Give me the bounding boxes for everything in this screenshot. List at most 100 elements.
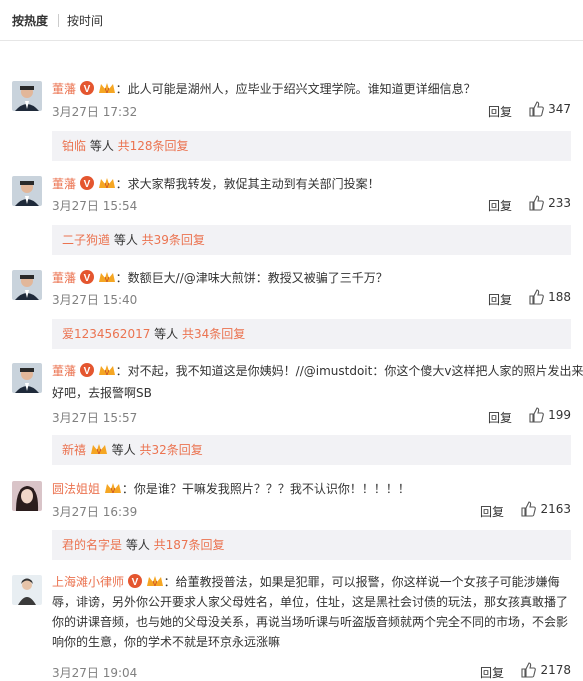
sub-reply-count[interactable]: 共32条回复 xyxy=(139,443,202,457)
sub-reply-others: 等人 xyxy=(150,327,182,341)
sub-reply-count[interactable]: 共187条回复 xyxy=(154,538,225,552)
comment-time: 3月27日 16:39 xyxy=(52,505,138,519)
thumbs-up-icon xyxy=(529,289,544,305)
sub-reply-others: 等人 xyxy=(122,538,154,552)
comment-text: 董藩 V V ：数额巨大//@津味大煎饼：教授又被骗了三千万？ xyxy=(52,270,388,286)
sub-reply-summary[interactable]: 铂临 等人 共128条回复 xyxy=(52,131,571,161)
divider xyxy=(58,13,60,27)
svg-text:V: V xyxy=(84,179,91,190)
sub-reply-user[interactable]: 铂临 xyxy=(62,139,86,153)
like-count: 199 xyxy=(548,408,571,422)
comment-time: 3月27日 17:32 xyxy=(52,105,138,119)
like-count: 2178 xyxy=(540,663,571,677)
svg-text:V: V xyxy=(104,277,109,284)
like-button[interactable]: 2163 xyxy=(520,501,571,517)
svg-text:V: V xyxy=(132,577,139,588)
comment-text-continued: 好吧，去报警啊SB xyxy=(52,386,152,400)
vip-crown-icon: V xyxy=(98,83,115,95)
verified-v-icon: V xyxy=(79,81,94,95)
svg-text:V: V xyxy=(104,88,109,95)
verified-v-icon: V xyxy=(79,176,94,190)
avatar[interactable] xyxy=(12,575,42,605)
comment-body: ：你是谁？干嘛发我照片？？？我不认识你！！！！！ xyxy=(121,482,410,496)
svg-text:V: V xyxy=(111,488,116,495)
avatar[interactable] xyxy=(12,481,42,511)
like-button[interactable]: 347 xyxy=(528,101,571,117)
sub-reply-summary[interactable]: 二子狗遒 等人 共39条回复 xyxy=(52,225,571,255)
thumbs-up-icon xyxy=(529,407,544,423)
avatar[interactable] xyxy=(12,363,42,393)
sub-reply-count[interactable]: 共39条回复 xyxy=(142,233,205,247)
comment-text-continued: 辱，诽谤，另外你公开要求人家父母姓名，单位，住址，这是黑社会讨债的玩法，那女孩真… xyxy=(52,592,571,652)
verified-v-icon: V xyxy=(127,574,142,588)
username-link[interactable]: 圆法姐姐 xyxy=(52,482,100,496)
verified-v-icon: V xyxy=(79,363,94,377)
comment-time: 3月27日 15:54 xyxy=(52,199,138,213)
svg-text:V: V xyxy=(104,370,109,377)
like-button[interactable]: 188 xyxy=(528,289,571,305)
reply-button[interactable]: 回复 xyxy=(480,664,504,681)
verified-v-icon: V xyxy=(79,270,94,284)
username-link[interactable]: 董藩 xyxy=(52,82,76,96)
like-button[interactable]: 233 xyxy=(528,195,571,211)
comment-line: 你的讲课音频，也与她的父母没关系，再说当场听课与听盗版音频就两个完全不同的市场，… xyxy=(52,615,569,629)
sub-reply-user[interactable]: 君的名字是 xyxy=(62,538,122,552)
vip-crown-icon: V xyxy=(98,272,115,284)
comment-text: 上海滩小律师 V V ：给董教授普法，如果是犯罪，可以报警，你这样说一个女孩子可能… xyxy=(52,574,560,590)
reply-button[interactable]: 回复 xyxy=(488,291,512,308)
vip-crown-icon: V xyxy=(90,444,107,456)
comment-text: 圆法姐姐 V ：你是谁？干嘛发我照片？？？我不认识你！！！！！ xyxy=(52,481,410,497)
vip-crown-icon: V xyxy=(104,483,121,495)
comment-text: 董藩 V V ：此人可能是湖州人，应毕业于绍兴文理学院。谁知道更详细信息？ xyxy=(52,81,476,97)
vip-crown-icon: V xyxy=(98,365,115,377)
comment-time: 3月27日 15:40 xyxy=(52,293,138,307)
username-link[interactable]: 上海滩小律师 xyxy=(52,575,124,589)
like-count: 2163 xyxy=(540,502,571,516)
comment-time: 3月27日 15:57 xyxy=(52,411,138,425)
sort-bar: 按热度 按时间 xyxy=(0,0,583,41)
sub-reply-summary[interactable]: 君的名字是 等人 共187条回复 xyxy=(52,530,571,560)
sub-reply-user[interactable]: 爱1234562017 xyxy=(62,327,150,341)
avatar[interactable] xyxy=(12,176,42,206)
reply-button[interactable]: 回复 xyxy=(488,409,512,426)
comment-body: ：给董教授普法，如果是犯罪，可以报警，你这样说一个女孩子可能涉嫌侮 xyxy=(163,575,560,589)
thumbs-up-icon xyxy=(529,195,544,211)
like-button[interactable]: 199 xyxy=(528,407,571,423)
like-button[interactable]: 2178 xyxy=(520,662,571,678)
sub-reply-count[interactable]: 共34条回复 xyxy=(182,327,245,341)
thumbs-up-icon xyxy=(521,501,537,517)
username-link[interactable]: 董藩 xyxy=(52,271,76,285)
thumbs-up-icon xyxy=(521,662,537,678)
comment-body: ：数额巨大//@津味大煎饼：教授又被骗了三千万？ xyxy=(115,271,388,285)
comment-line: 辱，诽谤，另外你公开要求人家父母姓名，单位，住址，这是黑社会讨债的玩法，那女孩真… xyxy=(52,595,569,609)
comment-time: 3月27日 19:04 xyxy=(52,666,138,680)
avatar[interactable] xyxy=(12,81,42,111)
username-link[interactable]: 董藩 xyxy=(52,364,76,378)
reply-button[interactable]: 回复 xyxy=(488,103,512,120)
reply-button[interactable]: 回复 xyxy=(488,197,512,214)
comment-body: ：对不起，我不知道这是你姨妈！//@imustdoit：你这个傻大v这样把人家的… xyxy=(115,364,583,378)
sub-reply-others: 等人 xyxy=(110,233,142,247)
sub-reply-count[interactable]: 共128条回复 xyxy=(118,139,189,153)
sort-by-hot-tab[interactable]: 按热度 xyxy=(12,12,56,29)
svg-text:V: V xyxy=(84,366,91,377)
reply-button[interactable]: 回复 xyxy=(480,503,504,520)
comment-text: 董藩 V V ：对不起，我不知道这是你姨妈！//@imustdoit：你这个傻大v… xyxy=(52,363,583,379)
comment-text: 董藩 V V ：求大家帮我转发，敦促其主动到有关部门投案！ xyxy=(52,176,380,192)
avatar[interactable] xyxy=(12,270,42,300)
username-link[interactable]: 董藩 xyxy=(52,177,76,191)
svg-text:V: V xyxy=(84,84,91,95)
svg-text:V: V xyxy=(84,273,91,284)
vip-crown-icon: V xyxy=(98,178,115,190)
svg-text:V: V xyxy=(104,183,109,190)
sub-reply-user[interactable]: 新禧 xyxy=(62,443,86,457)
thumbs-up-icon xyxy=(529,101,544,117)
comment-body: ：求大家帮我转发，敦促其主动到有关部门投案！ xyxy=(115,177,380,191)
sub-reply-user[interactable]: 二子狗遒 xyxy=(62,233,110,247)
sub-reply-summary[interactable]: 新禧 V 等人 共32条回复 xyxy=(52,435,571,465)
sort-by-time-tab[interactable]: 按时间 xyxy=(67,12,111,29)
sub-reply-summary[interactable]: 爱1234562017 等人 共34条回复 xyxy=(52,319,571,349)
comment-body: ：此人可能是湖州人，应毕业于绍兴文理学院。谁知道更详细信息？ xyxy=(115,82,476,96)
sub-reply-others: 等人 xyxy=(107,443,140,457)
like-count: 188 xyxy=(548,290,571,304)
